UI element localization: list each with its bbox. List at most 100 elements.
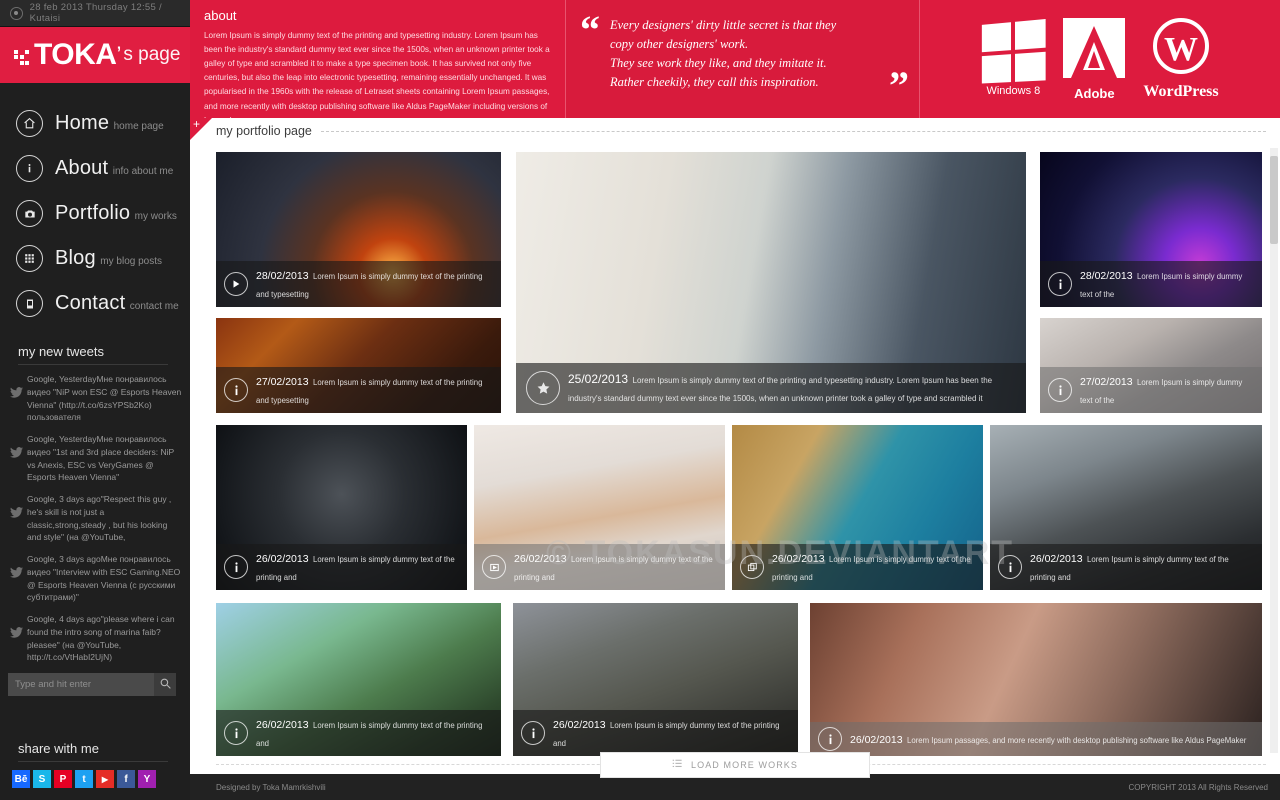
load-more-button[interactable]: LOAD MORE WORKS bbox=[600, 752, 870, 778]
grid-icon bbox=[16, 245, 43, 272]
sidebar-item-contact[interactable]: Contact contact me bbox=[0, 281, 190, 326]
quote-line-2: copy other designers' work. bbox=[610, 37, 749, 51]
quote-open-icon: “ bbox=[580, 7, 600, 52]
portfolio-card-featured[interactable]: 25/02/2013 Lorem Ipsum is simply dummy t… bbox=[516, 152, 1026, 413]
wordpress-logo: W WordPress bbox=[1143, 17, 1219, 101]
portfolio-card[interactable]: 26/02/2013 Lorem Ipsum is simply dummy t… bbox=[474, 425, 725, 590]
vertical-scrollbar[interactable] bbox=[1270, 148, 1278, 753]
portfolio-card[interactable]: 27/02/2013 Lorem Ipsum is simply dummy t… bbox=[1040, 318, 1262, 413]
portfolio-card[interactable]: 26/02/2013 Lorem Ipsum is simply dummy t… bbox=[513, 603, 798, 756]
card-caption: 26/02/2013 Lorem Ipsum is simply dummy t… bbox=[732, 544, 983, 590]
about-heading: about bbox=[204, 8, 237, 23]
footer-copyright: COPYRIGHT 2013 All Rights Reserved bbox=[1128, 782, 1268, 792]
load-more-label: LOAD MORE WORKS bbox=[690, 760, 798, 770]
portfolio-card[interactable]: 26/02/2013 Lorem Ipsum is simply dummy t… bbox=[732, 425, 983, 590]
quote-close-icon: ” bbox=[889, 63, 909, 108]
card-date: 28/02/2013 bbox=[1080, 270, 1133, 282]
card-date: 27/02/2013 bbox=[1080, 376, 1133, 388]
card-text: Lorem Ipsum passages, and more recently … bbox=[907, 736, 1247, 745]
sidebar-item-label: Contact bbox=[55, 292, 126, 314]
list-item[interactable]: Google, YesterdayМне понравилось видео "… bbox=[10, 373, 182, 424]
info-icon bbox=[998, 555, 1022, 579]
sidebar: 28 feb 2013 Thursday 12:55 / Kutaisi TOK… bbox=[0, 0, 190, 800]
portfolio-header: + my portfolio page bbox=[190, 117, 1280, 144]
skype-icon[interactable]: S bbox=[33, 770, 51, 788]
card-date: 28/02/2013 bbox=[256, 270, 309, 282]
info-icon bbox=[1048, 272, 1072, 296]
card-caption: 25/02/2013 Lorem Ipsum is simply dummy t… bbox=[516, 363, 1026, 413]
card-date: 26/02/2013 bbox=[553, 719, 606, 731]
tweets-section: my new tweets Google, YesterdayМне понра… bbox=[0, 344, 190, 664]
twitter-icon[interactable]: t bbox=[75, 770, 93, 788]
brand-suffix: s page bbox=[123, 44, 181, 65]
list-item[interactable]: Google, 3 days agoМне понравилось видео … bbox=[10, 553, 182, 604]
sidebar-item-label: Portfolio bbox=[55, 202, 131, 224]
facebook-icon[interactable]: f bbox=[117, 770, 135, 788]
card-caption: 27/02/2013 Lorem Ipsum is simply dummy t… bbox=[216, 367, 501, 413]
card-caption: 26/02/2013 Lorem Ipsum is simply dummy t… bbox=[474, 544, 725, 590]
play-icon bbox=[224, 272, 248, 296]
behance-icon[interactable]: Bē bbox=[12, 770, 30, 788]
wordpress-icon: W bbox=[1152, 17, 1210, 80]
portfolio-card[interactable]: 28/02/2013 Lorem Ipsum is simply dummy t… bbox=[1040, 152, 1262, 307]
portfolio-card[interactable]: 26/02/2013 Lorem Ipsum is simply dummy t… bbox=[216, 425, 467, 590]
card-caption: 26/02/2013 Lorem Ipsum is simply dummy t… bbox=[216, 544, 467, 590]
tweets-heading: my new tweets bbox=[18, 344, 104, 359]
adobe-icon bbox=[1063, 17, 1126, 83]
card-date: 26/02/2013 bbox=[256, 719, 309, 731]
info-icon bbox=[224, 378, 248, 402]
gallery-icon bbox=[740, 555, 764, 579]
list-item[interactable]: Google, 3 days ago"Respect this guy , he… bbox=[10, 493, 182, 544]
windows-logo-caption: Windows 8 bbox=[986, 84, 1041, 97]
card-date: 25/02/2013 bbox=[568, 372, 629, 386]
yahoo-icon[interactable]: Y bbox=[138, 770, 156, 788]
pinterest-icon[interactable]: P bbox=[54, 770, 72, 788]
portfolio-card[interactable]: 27/02/2013 Lorem Ipsum is simply dummy t… bbox=[216, 318, 501, 413]
quote-panel: “ Every designers' dirty little secret i… bbox=[565, 0, 920, 118]
brand-logo[interactable]: TOKA ’ s page bbox=[0, 27, 190, 83]
footer-credit: Designed by Toka Mamrkishvili bbox=[216, 782, 326, 792]
card-caption: 26/02/2013 Lorem Ipsum is simply dummy t… bbox=[513, 710, 798, 756]
adobe-logo: Adobe bbox=[1063, 17, 1126, 101]
brand-name: TOKA bbox=[34, 38, 117, 71]
tweet-text: Google, YesterdayМне понравилось видео "… bbox=[27, 434, 175, 483]
card-caption: 26/02/2013 Lorem Ipsum is simply dummy t… bbox=[990, 544, 1262, 590]
card-date: 27/02/2013 bbox=[256, 376, 309, 388]
wordpress-logo-caption: WordPress bbox=[1143, 83, 1219, 100]
tweet-text: Google, 4 days ago"please where i can fo… bbox=[27, 614, 175, 663]
sidebar-item-portfolio[interactable]: Portfolio my works bbox=[0, 191, 190, 236]
list-item[interactable]: Google, YesterdayМне понравилось видео "… bbox=[10, 433, 182, 484]
youtube-icon[interactable]: ▶ bbox=[96, 770, 114, 788]
phone-icon bbox=[16, 290, 43, 317]
card-text: Lorem Ipsum is simply dummy text of the … bbox=[568, 376, 993, 403]
topbar-datetime: 28 feb 2013 Thursday 12:55 / Kutaisi bbox=[29, 2, 162, 24]
card-date: 26/02/2013 bbox=[514, 553, 567, 565]
portfolio-card[interactable]: 28/02/2013 Lorem Ipsum is simply dummy t… bbox=[216, 152, 501, 307]
page-title: my portfolio page bbox=[216, 124, 312, 138]
search-bar bbox=[8, 673, 176, 696]
card-caption: 26/02/2013 Lorem Ipsum is simply dummy t… bbox=[216, 710, 501, 756]
portfolio-card[interactable]: 26/02/2013 Lorem Ipsum is simply dummy t… bbox=[216, 603, 501, 756]
sidebar-item-label: About bbox=[55, 157, 109, 179]
tweet-text: Google, 3 days agoМне понравилось видео … bbox=[27, 554, 181, 603]
search-input[interactable] bbox=[8, 673, 154, 696]
portfolio-grid: 28/02/2013 Lorem Ipsum is simply dummy t… bbox=[216, 144, 1262, 756]
sidebar-item-label: Home bbox=[55, 112, 110, 134]
sidebar-item-blog[interactable]: Blog my blog posts bbox=[0, 236, 190, 281]
portfolio-card[interactable]: 26/02/2013 Lorem Ipsum is simply dummy t… bbox=[990, 425, 1262, 590]
info-icon bbox=[224, 721, 248, 745]
twitter-bird-icon bbox=[10, 445, 24, 484]
sidebar-item-home[interactable]: Home home page bbox=[0, 101, 190, 146]
scrollbar-thumb[interactable] bbox=[1270, 156, 1278, 244]
card-date: 26/02/2013 bbox=[256, 553, 309, 565]
list-item[interactable]: Google, 4 days ago"please where i can fo… bbox=[10, 613, 182, 664]
portfolio-card[interactable]: 26/02/2013 Lorem Ipsum passages, and mor… bbox=[810, 603, 1262, 756]
search-button[interactable] bbox=[154, 673, 176, 696]
video-icon bbox=[482, 555, 506, 579]
list-icon bbox=[672, 756, 683, 774]
star-icon bbox=[526, 371, 560, 405]
plus-icon[interactable]: + bbox=[193, 117, 200, 131]
quote-line-1: Every designers' dirty little secret is … bbox=[610, 18, 837, 32]
sidebar-item-about[interactable]: About info about me bbox=[0, 146, 190, 191]
divider bbox=[320, 130, 1266, 132]
